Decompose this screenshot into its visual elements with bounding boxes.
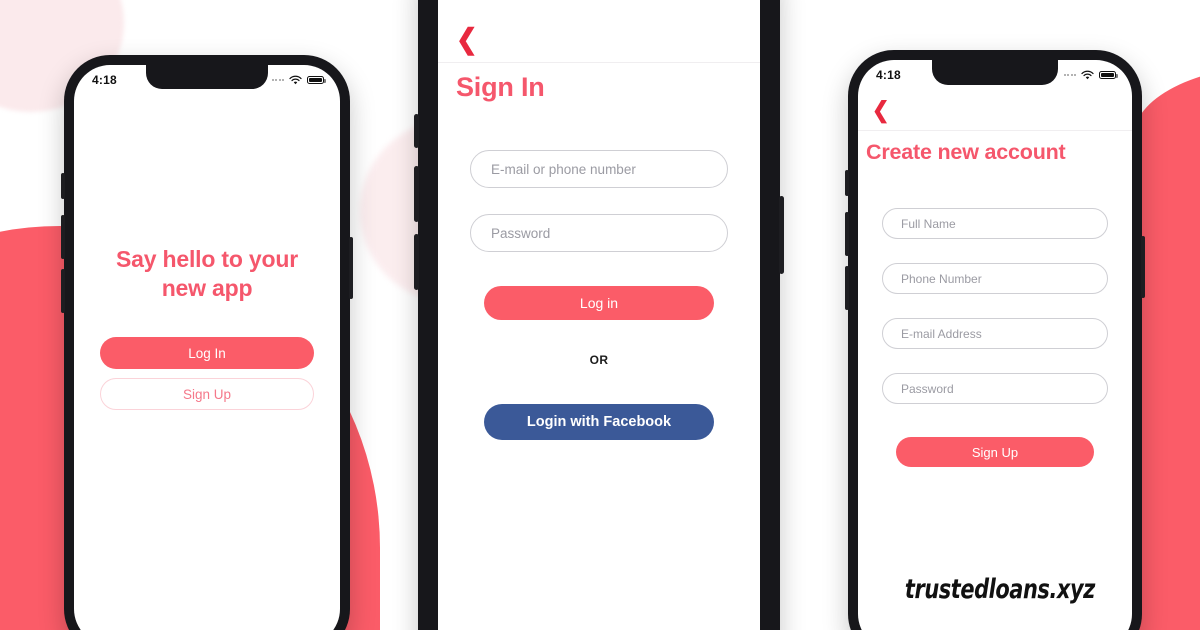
back-chevron-icon[interactable]: ❮ [866, 99, 896, 122]
phone-number-placeholder: Phone Number [901, 271, 982, 286]
login-with-facebook-button[interactable]: Login with Facebook [484, 404, 714, 440]
phone-mute-switch[interactable] [414, 114, 419, 148]
sign-up-button[interactable]: Sign Up [896, 437, 1094, 467]
status-time: 4:18 [92, 73, 117, 87]
phone-mute-switch[interactable] [845, 170, 849, 196]
phone-volume-down-button[interactable] [845, 266, 849, 310]
phone-mockup-welcome: 4:18 Say hello to your new app Log In Si… [61, 55, 353, 630]
phone-screen: 4:18 ❮ Create new account Full Name Phon… [858, 60, 1132, 630]
phone-screen: ❮ Sign In E-mail or phone number Passwor… [438, 0, 760, 630]
password-field[interactable]: Password [882, 373, 1108, 404]
decor-coral-blob-right [1133, 66, 1200, 630]
site-watermark: trustedloans.xyz [905, 574, 1095, 605]
screenshot-stage: 4:18 Say hello to your new app Log In Si… [0, 0, 1200, 630]
battery-icon [307, 75, 326, 85]
phone-power-button[interactable] [779, 196, 784, 274]
phone-power-button[interactable] [1141, 236, 1145, 298]
password-placeholder: Password [491, 225, 551, 241]
email-address-field[interactable]: E-mail Address [882, 318, 1108, 349]
phone-volume-up-button[interactable] [61, 215, 65, 259]
password-placeholder: Password [901, 381, 954, 396]
nav-bar: ❮ [438, 16, 760, 63]
status-icons [271, 75, 326, 85]
status-icons [1063, 70, 1118, 80]
signal-dots-icon [271, 79, 284, 81]
full-name-placeholder: Full Name [901, 216, 956, 231]
signal-dots-icon [1063, 74, 1076, 76]
email-or-phone-placeholder: E-mail or phone number [491, 161, 636, 177]
create-account-title: Create new account [866, 140, 1066, 164]
sign-up-button[interactable]: Sign Up [100, 378, 314, 410]
welcome-title: Say hello to your new app [116, 246, 298, 301]
welcome-screen: Say hello to your new app Log In Sign Up [74, 65, 340, 630]
log-in-button[interactable]: Log In [100, 337, 314, 369]
phone-volume-up-button[interactable] [414, 166, 419, 222]
phone-volume-down-button[interactable] [414, 234, 419, 290]
create-account-screen: ❮ Create new account Full Name Phone Num… [858, 60, 1132, 630]
phone-number-field[interactable]: Phone Number [882, 263, 1108, 294]
password-field[interactable]: Password [470, 214, 728, 252]
phone-mute-switch[interactable] [61, 173, 65, 199]
full-name-field[interactable]: Full Name [882, 208, 1108, 239]
status-bar: 4:18 [858, 60, 1132, 90]
battery-icon [1099, 70, 1118, 80]
email-address-placeholder: E-mail Address [901, 326, 982, 341]
wifi-icon [1081, 70, 1094, 80]
sign-in-screen: ❮ Sign In E-mail or phone number Passwor… [438, 0, 760, 630]
wifi-icon [289, 75, 302, 85]
nav-bar: ❮ [858, 90, 1132, 131]
phone-mockup-sign-in: ❮ Sign In E-mail or phone number Passwor… [414, 0, 784, 630]
back-chevron-icon[interactable]: ❮ [450, 25, 484, 53]
email-or-phone-field[interactable]: E-mail or phone number [470, 150, 728, 188]
phone-volume-down-button[interactable] [61, 269, 65, 313]
status-bar: 4:18 [74, 65, 340, 95]
or-divider-label: OR [589, 353, 609, 367]
phone-power-button[interactable] [349, 237, 353, 299]
phone-volume-up-button[interactable] [845, 212, 849, 256]
sign-in-title: Sign In [456, 72, 545, 102]
phone-mockup-create-account: 4:18 ❮ Create new account Full Name Phon… [845, 50, 1145, 630]
log-in-button[interactable]: Log in [484, 286, 714, 320]
phone-screen: 4:18 Say hello to your new app Log In Si… [74, 65, 340, 630]
status-time: 4:18 [876, 68, 901, 82]
